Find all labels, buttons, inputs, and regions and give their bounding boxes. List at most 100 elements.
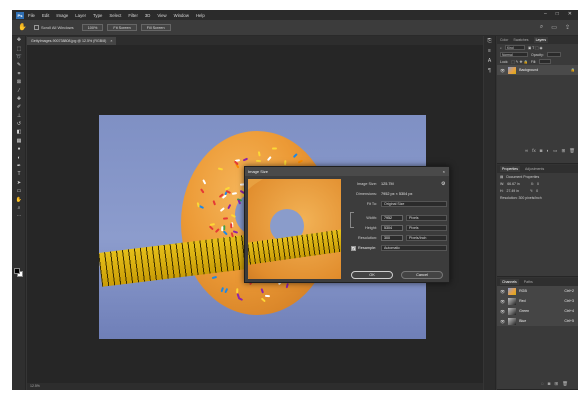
menu-edit[interactable]: Edit xyxy=(42,13,49,18)
zoom-100-button[interactable]: 100% xyxy=(81,24,104,31)
foreground-color[interactable] xyxy=(14,268,20,274)
close-button[interactable]: ✕ xyxy=(568,11,572,17)
gradient-tool-icon[interactable]: ▦ xyxy=(12,137,26,145)
menu-select[interactable]: Select xyxy=(109,13,121,18)
ok-button[interactable]: OK xyxy=(351,271,393,279)
channel-row-blue[interactable]: 👁 Blue Ctrl+5 xyxy=(497,316,578,326)
healing-tool-icon[interactable]: ✚ xyxy=(12,95,26,103)
eye-icon[interactable]: 👁 xyxy=(500,309,505,314)
tab-layers[interactable]: Layers xyxy=(533,37,549,43)
load-channel-icon[interactable]: ◌ xyxy=(541,381,544,386)
tab-color[interactable]: Color xyxy=(500,38,508,42)
eraser-tool-icon[interactable]: ◧ xyxy=(12,128,26,136)
tab-paths[interactable]: Paths xyxy=(524,280,533,284)
eyedropper-tool-icon[interactable]: ⁄ xyxy=(12,86,26,94)
crop-tool-icon[interactable]: ⌗ xyxy=(12,70,26,78)
move-tool-icon[interactable]: ✥ xyxy=(12,36,26,44)
pen-tool-icon[interactable]: ✒ xyxy=(12,162,26,170)
fit-screen-button[interactable]: Fit Screen xyxy=(107,24,137,31)
document-tab[interactable]: GettyImages-900738808.jpg @ 12.5% (RGB/8… xyxy=(27,37,117,45)
menu-window[interactable]: Window xyxy=(174,13,189,18)
search-icon[interactable]: ⌕ xyxy=(540,24,543,31)
y-value[interactable]: 0 xyxy=(536,189,538,193)
dodge-tool-icon[interactable]: ◐ xyxy=(12,153,26,161)
tab-channels[interactable]: Channels xyxy=(500,279,519,285)
blur-tool-icon[interactable]: ● xyxy=(12,145,26,153)
new-channel-icon[interactable]: ⊞ xyxy=(554,381,558,387)
x-value[interactable]: 0 xyxy=(537,182,539,186)
type-tool-icon[interactable]: T xyxy=(12,170,26,178)
link-icon[interactable]: ∞ xyxy=(525,148,528,153)
history-icon[interactable]: ⎘ xyxy=(484,36,495,46)
menu-help[interactable]: Help xyxy=(196,13,205,18)
hand-tool-icon[interactable]: ✋ xyxy=(12,195,26,203)
opacity-input[interactable] xyxy=(546,52,561,57)
eye-icon[interactable]: 👁 xyxy=(500,319,505,324)
minimize-button[interactable]: – xyxy=(544,11,547,17)
settings-gear-icon[interactable]: ⚙ xyxy=(441,181,445,187)
channel-row-red[interactable]: 👁 Red Ctrl+3 xyxy=(497,296,578,306)
resample-select[interactable]: Automatic xyxy=(381,245,447,251)
color-swatches[interactable] xyxy=(14,268,24,278)
frame-tool-icon[interactable]: ⊠ xyxy=(12,78,26,86)
kind-select[interactable]: Kind xyxy=(504,45,525,50)
menu-layer[interactable]: Layer xyxy=(75,13,86,18)
shape-tool-icon[interactable]: ▭ xyxy=(12,187,26,195)
tab-adjustments[interactable]: Adjustments xyxy=(525,167,544,171)
workspace-icon[interactable]: ▭ xyxy=(551,24,557,31)
channel-row-rgb[interactable]: 👁 RGB Ctrl+2 xyxy=(497,286,578,296)
mask-icon[interactable]: ◙ xyxy=(540,148,543,153)
menu-view[interactable]: View xyxy=(157,13,166,18)
layer-row-background[interactable]: 👁 Background 🔒 xyxy=(497,65,578,75)
lock-icons[interactable]: ⬚ ✎ ✥ 🔒 xyxy=(511,60,527,64)
brush-tool-icon[interactable]: ✐ xyxy=(12,103,26,111)
menu-filter[interactable]: Filter xyxy=(128,13,138,18)
channel-row-green[interactable]: 👁 Green Ctrl+4 xyxy=(497,306,578,316)
stamp-tool-icon[interactable]: ⊥ xyxy=(12,112,26,120)
tab-properties[interactable]: Properties xyxy=(500,166,520,172)
resolution-unit-select[interactable]: Pixels/Inch xyxy=(406,235,447,241)
marquee-tool-icon[interactable]: ⬚ xyxy=(12,44,26,52)
height-unit-select[interactable]: Pixels xyxy=(406,225,447,231)
adjustment-icon[interactable]: ◐ xyxy=(546,148,549,153)
dialog-close-icon[interactable]: × xyxy=(443,169,445,174)
eye-icon[interactable]: 👁 xyxy=(500,68,505,73)
tab-close-icon[interactable]: × xyxy=(110,39,112,43)
fill-screen-button[interactable]: Fill Screen xyxy=(140,24,171,31)
folder-icon[interactable]: ▭ xyxy=(553,148,557,154)
cancel-button[interactable]: Cancel xyxy=(401,271,443,279)
width-unit-select[interactable]: Pixels xyxy=(406,215,447,221)
fit-to-select[interactable]: Original Size xyxy=(381,201,447,207)
properties-icon[interactable]: ≡ xyxy=(484,46,495,56)
resample-checkbox[interactable]: ✓ xyxy=(351,246,356,251)
paragraph-icon[interactable]: ¶ xyxy=(484,66,495,76)
menu-3d[interactable]: 3D xyxy=(145,13,151,18)
trash-icon[interactable]: 🗑 xyxy=(562,381,568,387)
trash-icon[interactable]: 🗑 xyxy=(569,148,575,154)
lasso-tool-icon[interactable]: ➰ xyxy=(12,53,26,61)
scroll-all-windows-checkbox[interactable]: Scroll All Windows xyxy=(34,25,74,30)
eye-icon[interactable]: 👁 xyxy=(500,299,505,304)
blend-mode-select[interactable]: Normal xyxy=(500,52,528,57)
zoom-tool-icon[interactable]: ⌕ xyxy=(12,204,26,212)
more-tools-icon[interactable]: ⋯ xyxy=(12,212,26,220)
menu-file[interactable]: File xyxy=(28,13,35,18)
quick-select-tool-icon[interactable]: ✎ xyxy=(12,61,26,69)
width-input[interactable]: 7952 xyxy=(381,215,403,221)
w-value[interactable]: 66.67 in xyxy=(507,182,519,186)
filter-icons[interactable]: ▣ T ⬚ ◉ xyxy=(528,46,543,50)
save-selection-icon[interactable]: ◙ xyxy=(548,381,551,386)
h-value[interactable]: 27.49 in xyxy=(507,189,519,193)
new-layer-icon[interactable]: ⊞ xyxy=(561,148,565,154)
menu-type[interactable]: Type xyxy=(93,13,102,18)
resolution-input[interactable]: 300 xyxy=(381,235,403,241)
hand-tool-icon[interactable]: ✋ xyxy=(18,24,27,32)
height-input[interactable]: 5304 xyxy=(381,225,403,231)
share-icon[interactable]: ⇪ xyxy=(565,24,570,31)
menu-image[interactable]: Image xyxy=(56,13,68,18)
image-preview[interactable] xyxy=(248,179,341,279)
tab-swatches[interactable]: Swatches xyxy=(513,38,528,42)
character-icon[interactable]: A xyxy=(484,56,495,66)
fx-icon[interactable]: fx xyxy=(532,148,536,153)
maximize-button[interactable]: □ xyxy=(556,11,559,17)
